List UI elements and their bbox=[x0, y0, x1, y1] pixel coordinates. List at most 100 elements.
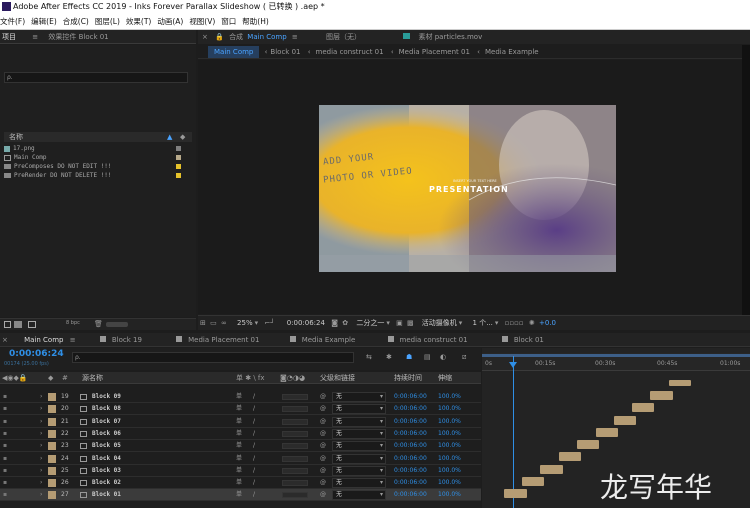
layer-name[interactable]: Block 05 bbox=[92, 440, 121, 452]
label-swatch[interactable] bbox=[48, 466, 56, 475]
layer-name[interactable]: Block 09 bbox=[92, 391, 121, 403]
tab-timeline-media-construct[interactable]: media construct 01 bbox=[400, 336, 468, 344]
layer-bar[interactable] bbox=[669, 380, 691, 386]
layer-name[interactable]: Block 06 bbox=[92, 428, 121, 440]
layer-bar[interactable] bbox=[559, 452, 581, 461]
tab-timeline-block-19[interactable]: Block 19 bbox=[112, 336, 142, 344]
layer-name[interactable]: Block 08 bbox=[92, 403, 121, 415]
layer-name[interactable]: Block 04 bbox=[92, 453, 121, 465]
table-row[interactable]: ▪ › 27 Block 01 单 / @ 无 ▾ 0:00:06:00 100.0% bbox=[0, 489, 481, 502]
interpret-footage-icon[interactable] bbox=[4, 321, 11, 328]
table-row[interactable]: ▪ › 22 Block 06 单 / @ 无 ▾ 0:00:06:00 100.0% bbox=[0, 428, 481, 440]
layer-stretch[interactable]: 100.0% bbox=[438, 440, 461, 452]
collapse-switch-icon[interactable]: 单 bbox=[236, 403, 242, 415]
switch-boxes[interactable] bbox=[282, 492, 308, 499]
current-time[interactable]: 0:00:06:24 bbox=[287, 319, 325, 327]
layer-bar[interactable] bbox=[596, 428, 618, 437]
panel-menu-icon[interactable]: ≡ bbox=[70, 336, 76, 344]
label-column-icon[interactable]: ◆ bbox=[180, 132, 185, 142]
switch-boxes[interactable] bbox=[282, 480, 308, 487]
quality-switch-icon[interactable]: / bbox=[253, 477, 255, 489]
label-column-icon[interactable]: ◆ bbox=[48, 372, 53, 384]
menu-animation[interactable]: 动画(A) bbox=[157, 17, 183, 26]
pickwhip-icon[interactable]: @ bbox=[320, 428, 326, 440]
color-channel-icon[interactable]: ✿ bbox=[342, 319, 348, 327]
layer-duration[interactable]: 0:00:06:00 bbox=[394, 453, 427, 465]
snapshot-icon[interactable]: ◙ bbox=[331, 319, 338, 327]
breadcrumb-block-01[interactable]: Block 01 bbox=[270, 48, 300, 56]
layer-duration[interactable]: 0:00:06:00 bbox=[394, 489, 427, 501]
pickwhip-icon[interactable]: @ bbox=[320, 416, 326, 428]
collapse-switch-icon[interactable]: 单 bbox=[236, 489, 242, 501]
timeline-search-input[interactable]: ρ. bbox=[72, 352, 354, 363]
mask-icon[interactable]: ▭ bbox=[210, 319, 217, 327]
switch-boxes[interactable] bbox=[282, 394, 308, 400]
visibility-icon[interactable]: ▪ bbox=[3, 453, 7, 465]
label-swatch[interactable] bbox=[48, 417, 56, 426]
quality-switch-icon[interactable]: / bbox=[253, 465, 255, 477]
grid-icon[interactable]: ⊞ bbox=[200, 319, 206, 327]
collapse-switch-icon[interactable]: 单 bbox=[236, 416, 242, 428]
playhead[interactable] bbox=[513, 356, 514, 508]
breadcrumb-media-placement[interactable]: Media Placement 01 bbox=[399, 48, 470, 56]
table-row[interactable]: ▪ › 21 Block 07 单 / @ 无 ▾ 0:00:06:00 100.0% bbox=[0, 416, 481, 428]
layer-bar[interactable] bbox=[522, 477, 544, 486]
close-icon[interactable]: × bbox=[2, 336, 8, 344]
chevron-right-icon[interactable]: › bbox=[40, 428, 42, 440]
draft-3d-icon[interactable]: ✱ bbox=[386, 353, 392, 361]
layer-duration[interactable]: 0:00:06:00 bbox=[394, 440, 427, 452]
layer-duration[interactable]: 0:00:06:00 bbox=[394, 477, 427, 489]
fit-icon[interactable]: ⌐┘ bbox=[264, 319, 274, 327]
column-parent[interactable]: 父级和链接 bbox=[320, 372, 355, 384]
quality-switch-icon[interactable]: / bbox=[253, 428, 255, 440]
camera-select[interactable]: 活动摄像机 bbox=[422, 319, 457, 327]
list-item[interactable]: PreRender DO NOT DELETE !!! bbox=[4, 171, 192, 180]
visibility-icon[interactable]: ▪ bbox=[3, 465, 7, 477]
collapse-switch-icon[interactable]: 单 bbox=[236, 477, 242, 489]
layer-bar[interactable] bbox=[632, 403, 654, 412]
layer-stretch[interactable]: 100.0% bbox=[438, 416, 461, 428]
pickwhip-icon[interactable]: @ bbox=[320, 489, 326, 501]
breadcrumb-media-example[interactable]: Media Example bbox=[485, 48, 539, 56]
composition-preview-frame[interactable]: ADD YOUR PHOTO OR VIDEO INSERT YOUR TEXT… bbox=[319, 105, 616, 272]
visibility-icon[interactable]: ▪ bbox=[3, 477, 7, 489]
menu-edit[interactable]: 编辑(E) bbox=[31, 17, 57, 26]
pickwhip-icon[interactable]: @ bbox=[320, 453, 326, 465]
column-stretch[interactable]: 伸缩 bbox=[438, 372, 452, 384]
quality-switch-icon[interactable]: / bbox=[253, 453, 255, 465]
table-row[interactable]: ▪ › 26 Block 02 单 / @ 无 ▾ 0:00:06:00 100.0% bbox=[0, 477, 481, 490]
comp-flowchart-icon[interactable]: ⇆ bbox=[366, 353, 372, 361]
new-comp-icon[interactable] bbox=[28, 321, 36, 328]
graph-editor-icon[interactable]: ⧄ bbox=[462, 353, 466, 362]
shy-icon[interactable]: ☗ bbox=[406, 353, 412, 361]
visibility-icon[interactable]: ▪ bbox=[3, 403, 7, 415]
glasses-icon[interactable]: ∞ bbox=[221, 319, 227, 327]
tab-timeline-main-comp[interactable]: Main Comp bbox=[24, 336, 63, 344]
pickwhip-icon[interactable]: @ bbox=[320, 391, 326, 403]
chevron-right-icon[interactable]: › bbox=[40, 403, 42, 415]
table-row[interactable]: ▪ › 20 Block 08 单 / @ 无 ▾ 0:00:06:00 100.0% bbox=[0, 403, 481, 416]
layer-stretch[interactable]: 100.0% bbox=[438, 453, 461, 465]
sort-icon[interactable]: ▲ bbox=[167, 132, 172, 142]
label-swatch[interactable] bbox=[48, 429, 56, 438]
exposure-value[interactable]: +0.0 bbox=[539, 319, 556, 327]
chevron-down-icon[interactable]: ▾ bbox=[386, 319, 390, 327]
column-duration[interactable]: 持续时间 bbox=[394, 372, 422, 384]
bpc-button[interactable]: 8 bpc bbox=[66, 320, 80, 326]
chevron-right-icon[interactable]: › bbox=[40, 440, 42, 452]
quality-switch-icon[interactable]: / bbox=[253, 489, 255, 501]
parent-select[interactable]: 无 ▾ bbox=[332, 441, 386, 452]
tab-timeline-block-01[interactable]: Block 01 bbox=[514, 336, 544, 344]
column-name[interactable]: 名称 bbox=[9, 133, 23, 141]
breadcrumb-main-comp[interactable]: Main Comp bbox=[208, 46, 260, 58]
project-search-input[interactable]: ρ. bbox=[4, 72, 188, 83]
toggle-icons[interactable]: ▫▫▫▫ bbox=[505, 319, 524, 327]
chevron-right-icon[interactable]: › bbox=[40, 465, 42, 477]
switch-boxes[interactable] bbox=[282, 418, 308, 425]
switch-boxes[interactable] bbox=[282, 443, 308, 450]
quality-switch-icon[interactable]: / bbox=[253, 440, 255, 452]
tab-effect-controls[interactable]: 效果控件 Block 01 bbox=[48, 33, 108, 41]
pickwhip-icon[interactable]: @ bbox=[320, 477, 326, 489]
layer-bar[interactable] bbox=[614, 416, 636, 425]
menu-window[interactable]: 窗口 bbox=[221, 17, 236, 26]
